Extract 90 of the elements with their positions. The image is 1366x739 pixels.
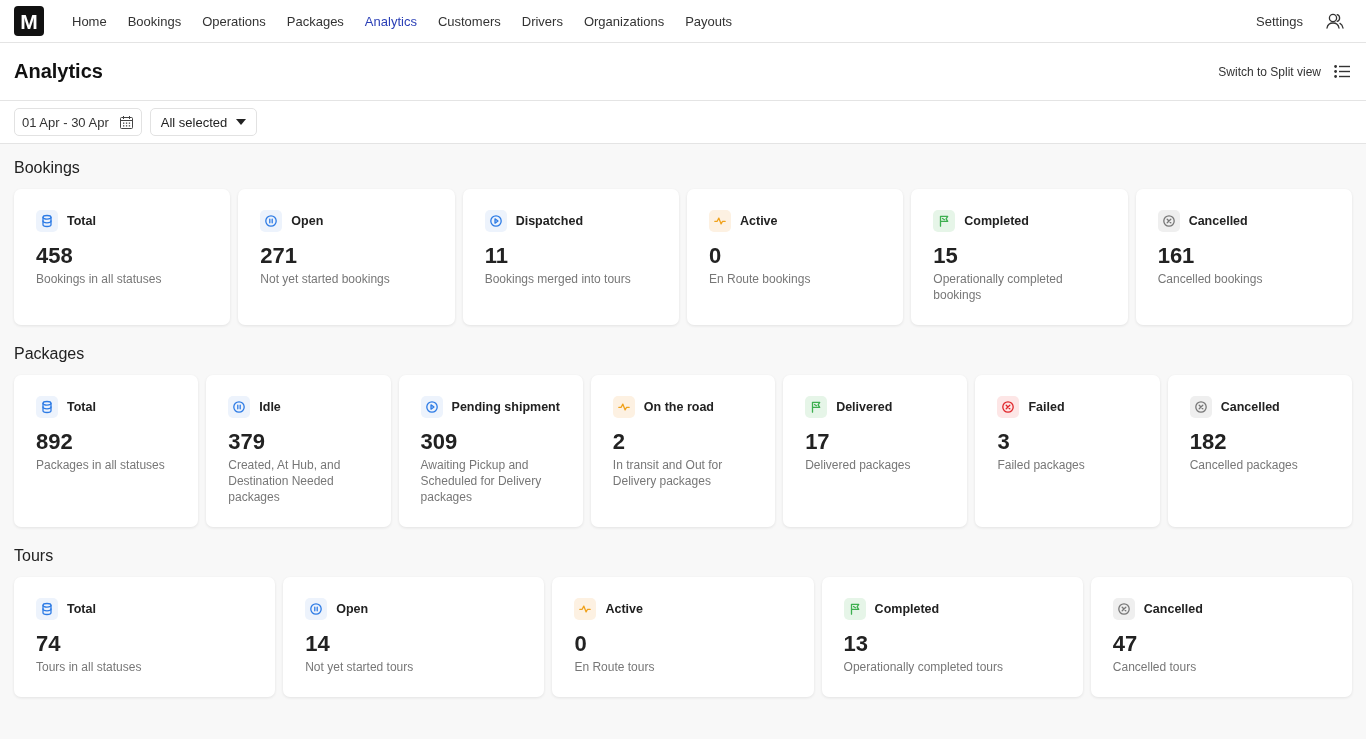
nav-link[interactable]: Drivers xyxy=(521,13,563,29)
card-value: 0 xyxy=(574,630,588,658)
pause-icon xyxy=(228,396,251,418)
card-label: Total xyxy=(67,400,96,414)
database-icon xyxy=(36,598,58,620)
card-value: 47 xyxy=(1112,630,1139,658)
card-label: Open xyxy=(291,214,324,228)
list-icon xyxy=(1334,65,1350,78)
card-description: Not yet started bookings xyxy=(260,271,391,287)
card-value: 14 xyxy=(305,630,331,658)
card-value: 2 xyxy=(612,428,627,456)
nav-link[interactable]: Home xyxy=(72,13,107,29)
card-description: Operationally completed tours xyxy=(843,659,1005,675)
pause-icon xyxy=(260,210,283,232)
card-label: Cancelled xyxy=(1188,214,1248,228)
card-value: 892 xyxy=(36,428,74,456)
nav-link[interactable]: Operations xyxy=(202,13,266,29)
status-dropdown[interactable]: All selected xyxy=(149,108,258,136)
card-description: Cancelled bookings xyxy=(1157,271,1264,287)
users-icon[interactable] xyxy=(1326,13,1344,29)
card-value: 74 xyxy=(36,630,62,658)
nav-link[interactable]: Analytics xyxy=(364,13,417,29)
nav-link[interactable]: Payouts xyxy=(685,13,733,29)
card-label: Cancelled xyxy=(1143,602,1203,616)
caret-icon xyxy=(236,119,247,125)
nav-link[interactable]: Organizations xyxy=(583,13,665,29)
card-value: 182 xyxy=(1189,428,1228,456)
card-label: Completed xyxy=(874,602,940,616)
card-value: 3 xyxy=(997,428,1011,456)
card-label: Delivered xyxy=(836,400,893,414)
card-label: Completed xyxy=(964,214,1029,228)
card-label: On the road xyxy=(643,400,714,414)
section-title: Tours xyxy=(14,547,55,565)
card-description: Packages in all statuses xyxy=(36,457,166,473)
flag-icon xyxy=(933,210,956,232)
card-description: Cancelled tours xyxy=(1112,659,1198,675)
card-value: 309 xyxy=(420,428,459,456)
nav-link[interactable]: Packages xyxy=(286,13,344,29)
card-description: Cancelled packages xyxy=(1189,457,1299,473)
card-value: 11 xyxy=(484,242,509,270)
card-description: En Route tours xyxy=(574,659,656,675)
pulse-icon xyxy=(574,598,597,620)
page-title: Analytics xyxy=(14,60,103,83)
card-value: 0 xyxy=(709,242,723,270)
calendar-icon xyxy=(119,115,133,129)
date-range-field[interactable]: 01 Apr - 30 Apr xyxy=(14,108,142,136)
pulse-icon xyxy=(709,210,731,232)
play-icon xyxy=(420,396,443,418)
split-view-button[interactable]: Switch to Split view xyxy=(1218,64,1350,79)
section-title: Bookings xyxy=(14,159,81,177)
card-description: In transit and Out for Delivery packages xyxy=(612,457,724,489)
card-description: Awaiting Pickup and Scheduled for Delivery packages xyxy=(420,457,543,505)
card-description: Tours in all statuses xyxy=(36,659,143,675)
card-description: Failed packages xyxy=(997,457,1086,473)
card-description: Bookings in all statuses xyxy=(36,271,163,287)
pulse-icon xyxy=(612,396,635,418)
nav-link[interactable]: Bookings xyxy=(127,13,182,29)
card-value: 17 xyxy=(805,428,831,456)
card-description: Delivered packages xyxy=(805,457,912,473)
flag-icon xyxy=(843,598,866,620)
card-value: 271 xyxy=(260,242,299,270)
card-label: Failed xyxy=(1028,400,1065,414)
card-label: Cancelled xyxy=(1220,400,1280,414)
database-icon xyxy=(36,396,58,418)
flag-icon xyxy=(805,396,828,418)
card-label: Total xyxy=(67,602,96,616)
card-label: Open xyxy=(336,602,369,616)
card-value: 379 xyxy=(228,428,266,456)
card-label: Total xyxy=(67,214,96,228)
card-value: 458 xyxy=(36,242,74,270)
card-value: 161 xyxy=(1157,242,1196,270)
card-label: Active xyxy=(740,214,778,228)
logo[interactable]: M xyxy=(14,6,44,36)
card-label: Idle xyxy=(259,400,281,414)
card-description: En Route bookings xyxy=(709,271,812,287)
card-value: 13 xyxy=(843,630,870,658)
card-label: Active xyxy=(605,602,643,616)
section-title: Packages xyxy=(14,345,86,363)
card-description: Created, At Hub, and Destination Needed packages xyxy=(228,457,342,505)
settings-link[interactable]: Settings xyxy=(1256,13,1303,29)
card-description: Not yet started tours xyxy=(305,659,415,675)
pause-icon xyxy=(305,598,328,620)
database-icon xyxy=(36,210,58,232)
card-value: 15 xyxy=(933,242,959,270)
play-icon xyxy=(484,210,507,232)
card-description: Bookings merged into tours xyxy=(484,271,632,287)
card-label: Pending shipment xyxy=(451,400,560,414)
nav-link[interactable]: Customers xyxy=(437,13,501,29)
card-description: Operationally completed bookings xyxy=(933,271,1064,303)
card-label: Dispatched xyxy=(515,214,584,228)
